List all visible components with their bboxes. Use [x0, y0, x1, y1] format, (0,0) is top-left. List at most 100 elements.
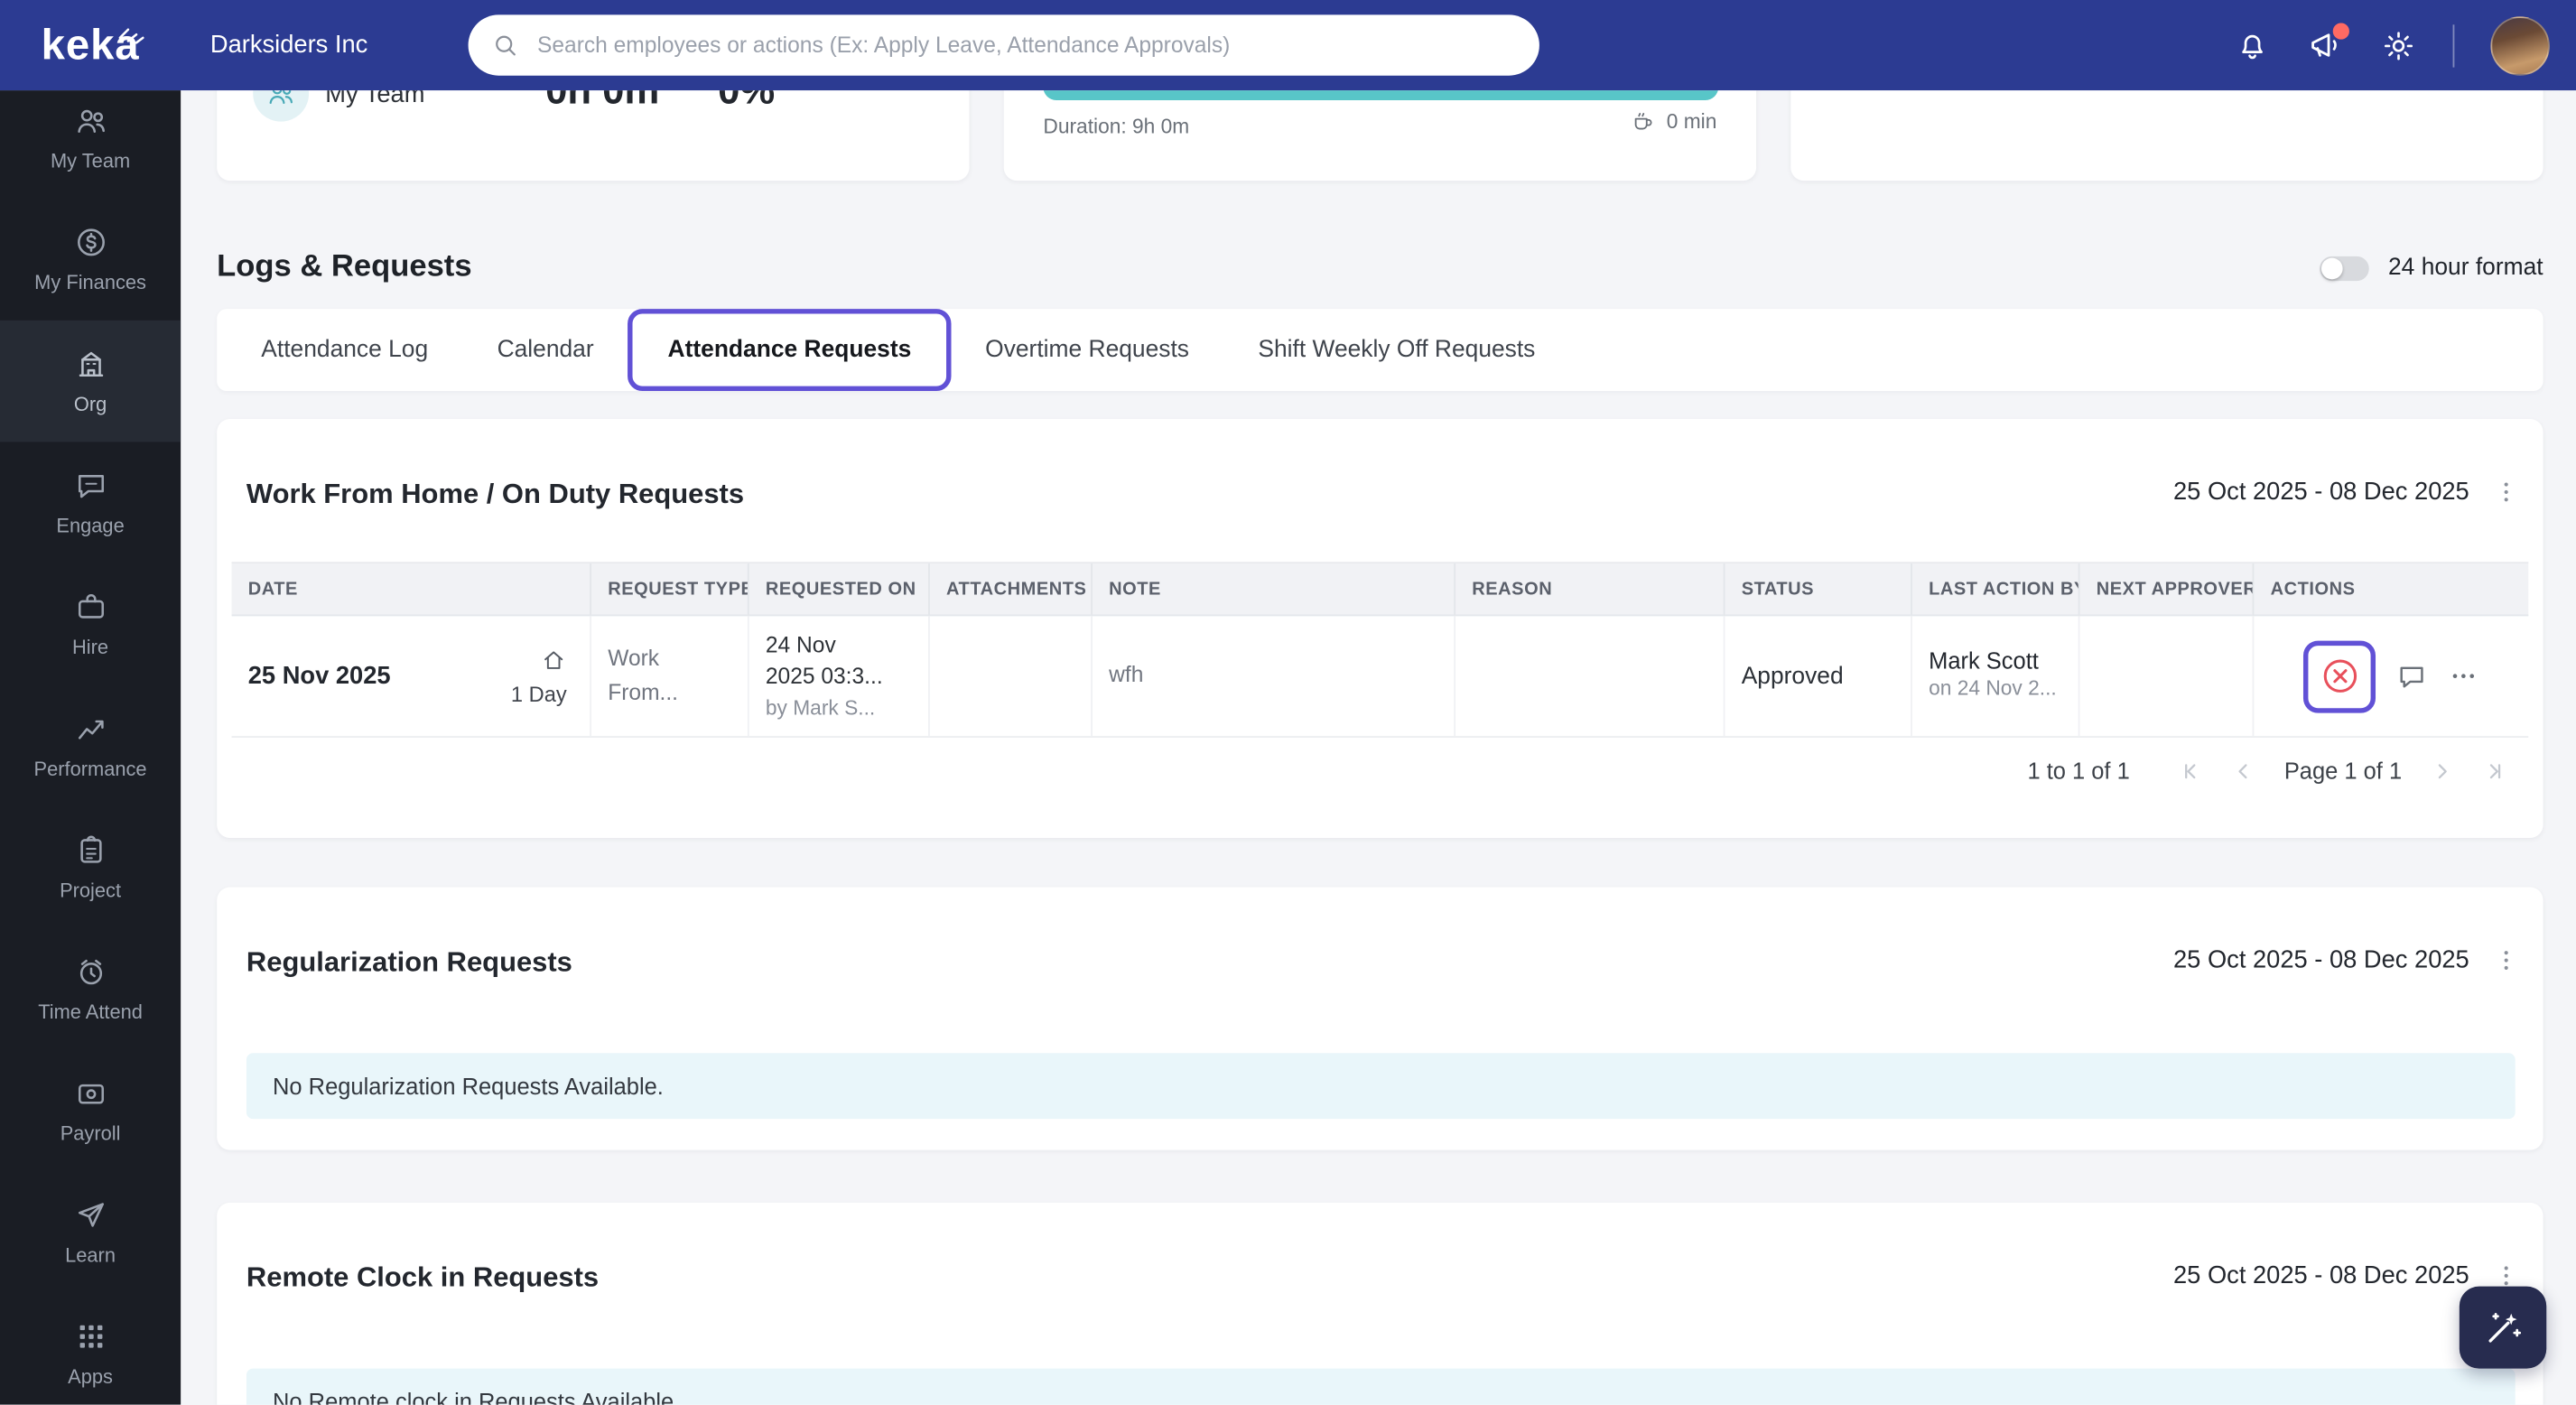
col-reason: REASON [1455, 563, 1725, 615]
topbar: keka Darksiders Inc [0, 0, 2576, 91]
tab-overtime-requests[interactable]: Overtime Requests [951, 309, 1223, 391]
logs-requests-header: Logs & Requests 24 hour format [217, 241, 2543, 293]
team-icon [73, 104, 107, 138]
org-building-icon [73, 347, 107, 381]
company-name: Darksiders Inc [209, 31, 368, 60]
tab-attendance-log[interactable]: Attendance Log [227, 309, 462, 391]
col-actions: ACTIONS [2270, 579, 2356, 600]
wfh-requests-table: DATE REQUEST TYPE REQUESTED ON ATTACHMEN… [231, 562, 2529, 738]
keka-logo[interactable]: keka [0, 20, 181, 70]
sidebar-item-label: Engage [56, 514, 125, 537]
previous-page-icon[interactable] [2232, 758, 2256, 783]
sidebar-item-label: Project [60, 879, 122, 902]
sidebar-nav-list: My Team My Finances Org Engage Hire Perf… [0, 90, 181, 1405]
card-title: Regularization Requests [246, 946, 572, 978]
payroll-card-icon [73, 1076, 107, 1111]
pagination-range: 1 to 1 of 1 [2027, 757, 2130, 784]
date-range[interactable]: 25 Oct 2025 - 08 Dec 2025 [2173, 1261, 2469, 1289]
extra-summary-card [1790, 90, 2543, 181]
coffee-cup-icon [1631, 108, 1657, 135]
note-cell: wfh [1093, 616, 1456, 737]
card-header-right: 25 Oct 2025 - 08 Dec 2025 [2173, 478, 2520, 506]
sidebar-item-apps[interactable]: Apps [0, 1293, 181, 1405]
status-badge: Approved [1741, 663, 1844, 690]
sidebar-item-payroll[interactable]: Payroll [0, 1050, 181, 1172]
card-menu-kebab-icon[interactable] [2492, 1261, 2520, 1289]
tab-shift-weekly-off-requests[interactable]: Shift Weekly Off Requests [1223, 309, 1569, 391]
sidebar-item-my-team[interactable]: My Team [0, 90, 181, 199]
regularization-card: Regularization Requests 25 Oct 2025 - 08… [217, 887, 2543, 1150]
requested-on-line2: 2025 03:3... [765, 664, 883, 689]
status-cell: Approved [1725, 616, 1912, 737]
magic-wand-assistant-button[interactable] [2459, 1286, 2547, 1369]
hire-briefcase-icon [73, 590, 107, 624]
pagination: 1 to 1 of 1 Page 1 of 1 [2027, 758, 2506, 784]
sidebar-item-label: Learn [65, 1243, 116, 1267]
user-avatar[interactable] [2490, 15, 2550, 75]
sidebar-item-time-attend[interactable]: Time Attend [0, 928, 181, 1050]
col-request-type: REQUEST TYPE [591, 563, 749, 615]
sidebar-item-org[interactable]: Org [0, 320, 181, 442]
attachments-cell [930, 616, 1093, 737]
magic-wand-icon [2481, 1307, 2524, 1349]
date-range[interactable]: 25 Oct 2025 - 08 Dec 2025 [2173, 946, 2469, 974]
break-time-value: 0 min [1666, 109, 1717, 134]
topbar-actions [2235, 0, 2550, 90]
col-last-action-by: LAST ACTION BY [1912, 563, 2080, 615]
sidebar: My Team My Finances Org Engage Hire Perf… [0, 90, 181, 1405]
comment-icon[interactable] [2395, 660, 2428, 693]
break-time-group: 0 min [1631, 108, 1717, 135]
sidebar-item-label: Org [73, 392, 107, 416]
col-requested-on: REQUESTED ON [749, 563, 930, 615]
request-type: Work From... [608, 646, 679, 704]
more-actions-ellipsis-icon[interactable] [2448, 660, 2479, 692]
global-search[interactable] [468, 14, 1539, 76]
requested-on-line1: 24 Nov [765, 631, 836, 657]
apps-grid-icon [73, 1319, 107, 1354]
team-hours-value: 0h 0m [545, 90, 660, 114]
request-type-cell: Work From... [591, 616, 749, 737]
last-page-icon[interactable] [2482, 758, 2506, 783]
cancel-request-icon[interactable] [2319, 656, 2359, 696]
sidebar-item-hire[interactable]: Hire [0, 563, 181, 685]
first-page-icon[interactable] [2179, 758, 2203, 783]
finances-icon [73, 225, 107, 259]
tab-attendance-requests[interactable]: Attendance Requests [628, 309, 951, 392]
logo-spark-icon [118, 28, 144, 44]
day-count: 1 Day [510, 681, 567, 706]
settings-gear-icon[interactable] [2380, 27, 2416, 63]
col-attachments: ATTACHMENTS [930, 563, 1093, 615]
announcements-badge [2330, 21, 2351, 42]
sidebar-item-performance[interactable]: Performance [0, 685, 181, 807]
col-next-approver: NEXT APPROVER [2080, 563, 2255, 615]
next-page-icon[interactable] [2430, 758, 2454, 783]
sidebar-item-engage[interactable]: Engage [0, 442, 181, 563]
date-range[interactable]: 25 Oct 2025 - 08 Dec 2025 [2173, 478, 2469, 506]
toggle-label: 24 hour format [2388, 255, 2543, 282]
announcements-icon[interactable] [2307, 21, 2351, 64]
sidebar-item-my-finances[interactable]: My Finances [0, 199, 181, 321]
global-search-input[interactable] [534, 31, 1517, 60]
shift-duration-label: Duration: 9h 0m [1043, 115, 1190, 138]
sidebar-item-label: Time Attend [38, 1000, 143, 1024]
project-clipboard-icon [73, 833, 107, 867]
sidebar-item-label: Payroll [60, 1121, 121, 1146]
actions-cell [2254, 616, 2528, 736]
performance-chart-icon [73, 712, 107, 746]
search-icon [491, 32, 519, 60]
requested-by: by Mark S... [765, 695, 876, 720]
team-avatar [253, 90, 310, 122]
engage-chat-icon [73, 469, 107, 503]
sidebar-item-label: My Team [50, 149, 131, 173]
toggle-knob [2320, 256, 2343, 279]
card-menu-kebab-icon[interactable] [2492, 478, 2520, 506]
24-hour-format-toggle[interactable] [2319, 255, 2369, 281]
my-team-summary-card: My Team 0h 0m 0% [217, 90, 970, 181]
sidebar-item-learn[interactable]: Learn [0, 1171, 181, 1293]
notifications-bell-icon[interactable] [2235, 27, 2271, 63]
logs-tabs: Attendance Log Calendar Attendance Reque… [217, 309, 2543, 392]
date-cell: 25 Nov 2025 1 Day [232, 616, 592, 737]
card-menu-kebab-icon[interactable] [2492, 946, 2520, 974]
sidebar-item-project[interactable]: Project [0, 806, 181, 928]
tab-calendar[interactable]: Calendar [462, 309, 628, 391]
